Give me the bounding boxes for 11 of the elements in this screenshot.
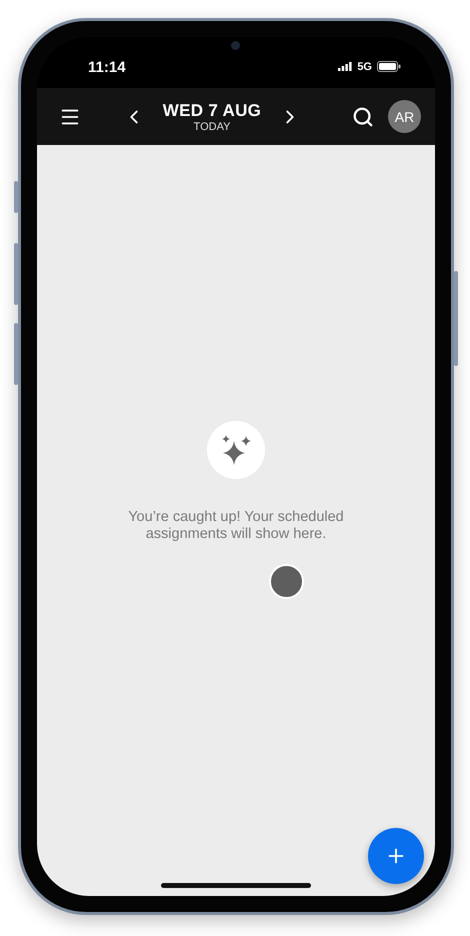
search-icon bbox=[352, 106, 374, 128]
date-subtitle: TODAY bbox=[194, 120, 230, 132]
network-label: 5G bbox=[357, 60, 372, 72]
camera-icon bbox=[231, 41, 240, 50]
avatar-button[interactable]: AR bbox=[388, 100, 421, 133]
date-title: WED 7 AUG bbox=[162, 100, 262, 120]
touch-indicator bbox=[268, 564, 304, 599]
status-time: 11:14 bbox=[88, 59, 126, 76]
battery-icon bbox=[377, 61, 401, 72]
empty-state-message: You’re caught up! Your scheduled assignments will show here. bbox=[127, 509, 345, 543]
signal-icon bbox=[338, 62, 352, 71]
